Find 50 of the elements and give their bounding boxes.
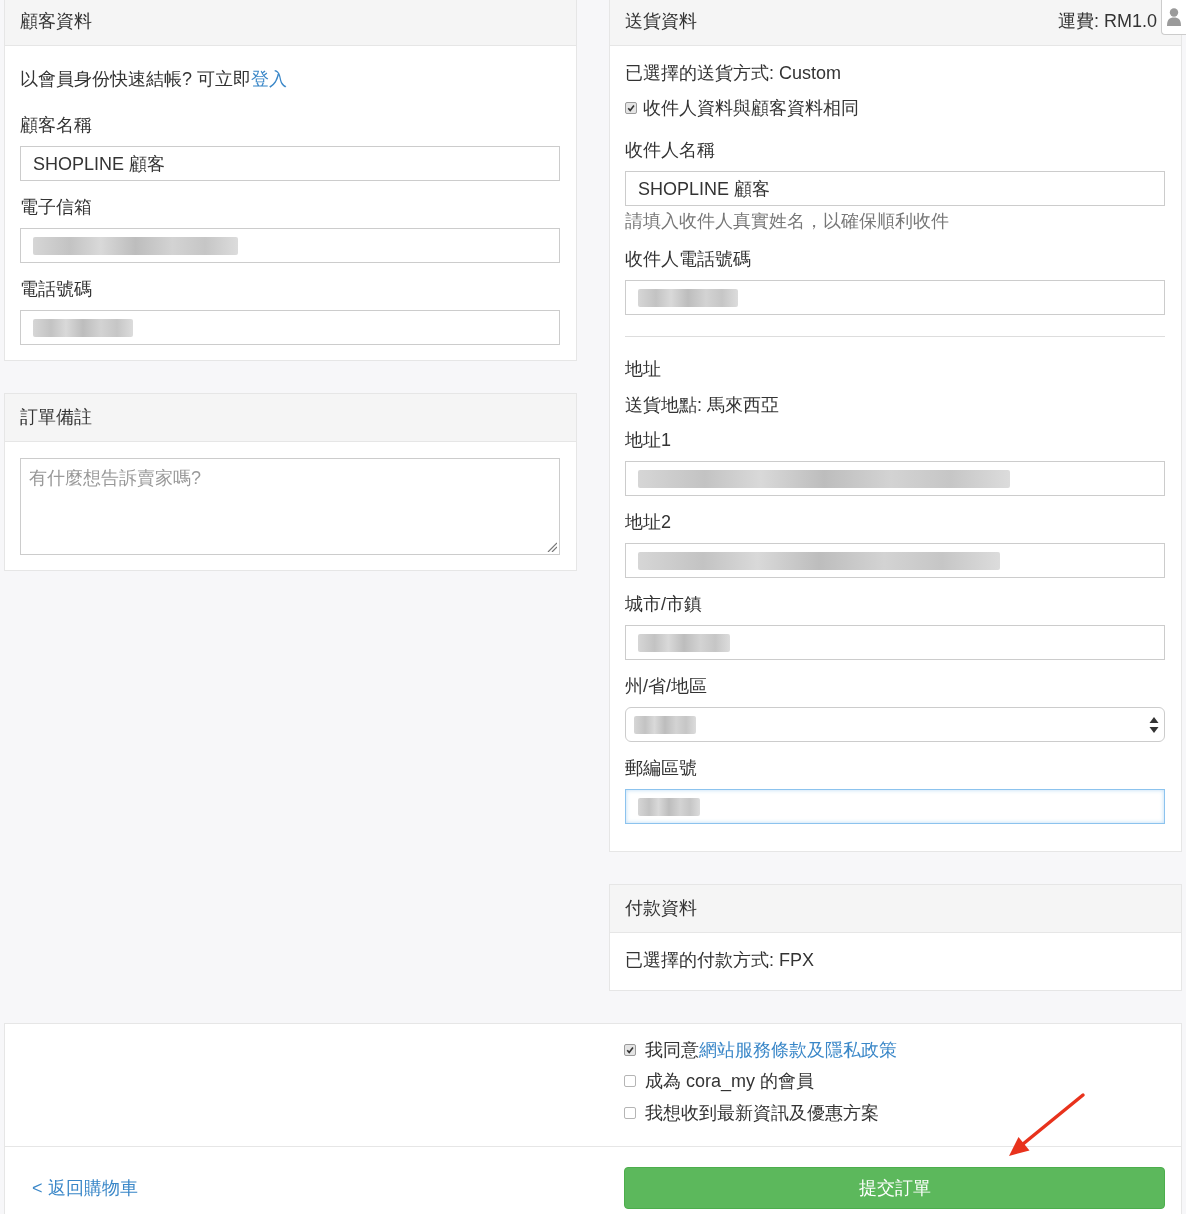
panel-title: 訂單備註 [20, 406, 92, 429]
checkbox-label: 我同意網站服務條款及隱私政策 [645, 1038, 897, 1062]
checkmark-icon [626, 1045, 634, 1054]
input-field[interactable] [20, 310, 560, 345]
login-link[interactable]: 登入 [251, 69, 287, 89]
input-field[interactable] [625, 280, 1165, 315]
field-label: 地址1 [625, 429, 672, 452]
field-label: 城市/市鎮 [625, 593, 703, 616]
field-label: 收件人電話號碼 [625, 248, 752, 271]
input-field[interactable]: SHOPLINE 顧客 [625, 171, 1165, 206]
help-text: 請填入收件人真實姓名，以確保順利收件 [625, 210, 950, 233]
back-to-cart-link[interactable]: < 返回購物車 [32, 1175, 138, 1200]
field-label: 州/省/地區 [625, 675, 708, 698]
submit-order-button[interactable]: 提交訂單 [624, 1166, 1165, 1209]
input-field[interactable] [625, 789, 1165, 824]
delivery-destination: 送貨地點: 馬來西亞 [625, 394, 780, 417]
select-field[interactable] [625, 707, 1165, 742]
input-field[interactable] [625, 625, 1165, 660]
checkbox[interactable] [624, 1075, 636, 1088]
checkbox[interactable] [625, 102, 637, 114]
field-label: 郵編區號 [625, 757, 698, 780]
field-label: 地址2 [625, 511, 672, 534]
field-label: 顧客名稱 [20, 114, 93, 137]
input-field[interactable] [625, 461, 1165, 496]
checkbox-label: 成為 cora_my 的會員 [645, 1070, 815, 1094]
input-field[interactable]: SHOPLINE 顧客 [20, 146, 560, 181]
field-label: 電子信箱 [20, 196, 93, 219]
panel-title: 送貨資料 [625, 10, 697, 33]
account-button[interactable] [1161, 0, 1186, 35]
login-prompt: 以會員身份快速結帳? 可立即登入 [20, 68, 288, 91]
user-icon [1167, 8, 1181, 26]
checkbox[interactable] [624, 1043, 636, 1056]
delivery-method: 已選擇的送貨方式: Custom [625, 62, 843, 85]
resize-handle-icon [547, 542, 557, 552]
field-label: 電話號碼 [20, 278, 93, 301]
checkbox[interactable] [624, 1106, 636, 1119]
input-field[interactable] [625, 543, 1165, 578]
panel-title: 顧客資料 [20, 10, 92, 33]
payment-method: 已選擇的付款方式: FPX [625, 949, 815, 972]
panel-title: 付款資料 [625, 897, 697, 920]
checkbox-label: 我想收到最新資訊及優惠方案 [645, 1101, 879, 1125]
field-label: 收件人名稱 [625, 139, 716, 162]
checkmark-icon [627, 104, 635, 112]
select-arrows-icon [1149, 715, 1159, 734]
textarea-field[interactable]: 有什麼想告訴賣家嗎? [20, 458, 560, 555]
input-field[interactable] [20, 228, 560, 263]
checkbox-label: 收件人資料與顧客資料相同 [643, 97, 859, 120]
terms-link[interactable]: 網站服務條款及隱私政策 [699, 1039, 897, 1060]
section-heading: 地址 [625, 358, 662, 381]
shipping-fee: 運費: RM1.0 [1057, 10, 1157, 33]
